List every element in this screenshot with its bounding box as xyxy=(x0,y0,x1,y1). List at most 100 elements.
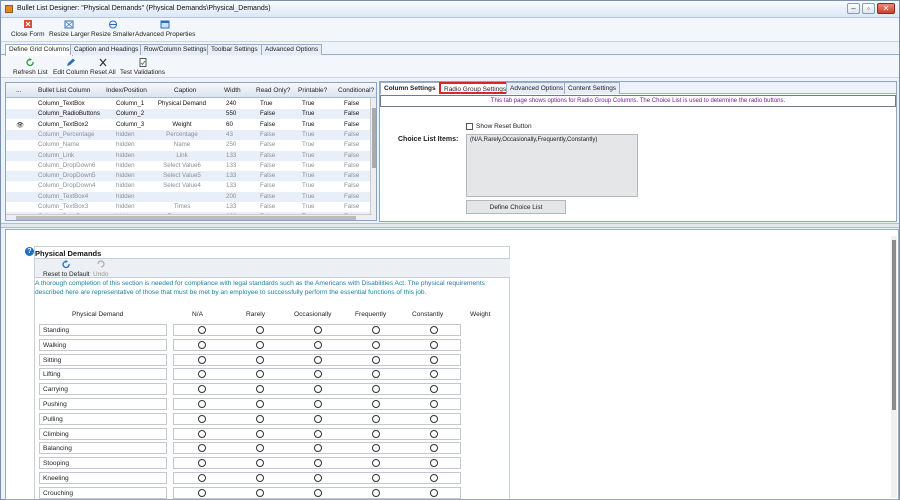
tab-content-settings[interactable]: Content Settings xyxy=(564,82,621,94)
tab-define-grid-columns[interactable]: Define Grid Columns xyxy=(5,44,74,56)
grid-header-width[interactable]: Width xyxy=(224,87,241,94)
minimize-button[interactable]: – xyxy=(847,3,860,14)
weight-field[interactable] xyxy=(465,354,505,366)
tab-toolbar-settings[interactable]: Toolbar Settings xyxy=(207,44,262,55)
edit-column-button[interactable]: Edit Column xyxy=(53,58,88,76)
advanced-properties-button[interactable]: Advanced Properties xyxy=(135,20,195,38)
table-row[interactable]: Column_TextBox3 hidden Times 133 False True Fa… xyxy=(6,202,372,212)
radio-na[interactable] xyxy=(198,355,206,364)
radio-na[interactable] xyxy=(198,474,206,482)
tab-caption-and-headings[interactable]: Caption and Headings xyxy=(70,44,143,55)
table-row[interactable]: Column_DropDown6 hidden Select Value6 133 Fa… xyxy=(6,161,372,171)
radio-frequently[interactable] xyxy=(372,414,380,423)
radio-occasionally[interactable] xyxy=(314,474,322,482)
radio-occasionally[interactable] xyxy=(314,429,322,438)
tab-column-settings[interactable]: Column Settings xyxy=(380,82,440,94)
weight-field[interactable] xyxy=(465,442,505,454)
help-icon[interactable]: ? xyxy=(25,247,34,256)
radio-occasionally[interactable] xyxy=(314,400,322,408)
radio-na[interactable] xyxy=(198,414,206,423)
weight-field[interactable] xyxy=(465,428,505,440)
table-row[interactable]: Column_Percentage hidden Percentage 43 False… xyxy=(6,129,372,140)
weight-field[interactable] xyxy=(465,324,505,336)
resize-larger-button[interactable]: Resize Larger xyxy=(49,20,89,38)
radio-occasionally[interactable] xyxy=(314,340,322,349)
columns-grid[interactable]: ... Bullet List Column Index/Position Ca… xyxy=(5,82,377,221)
table-row[interactable]: Column_DropDown5 hidden Select Value5 133 Fa… xyxy=(6,171,372,182)
radio-constantly[interactable] xyxy=(430,488,438,497)
weight-field[interactable] xyxy=(465,472,505,484)
reset-all-button[interactable]: Reset All xyxy=(90,58,116,76)
radio-rarely[interactable] xyxy=(256,355,264,364)
tab-radio-group-settings[interactable]: Radio Group Settings xyxy=(439,82,512,94)
radio-occasionally[interactable] xyxy=(314,326,322,334)
define-choice-list-button[interactable]: Define Choice List xyxy=(466,200,566,214)
grid-horizontal-scrollbar[interactable] xyxy=(6,214,372,220)
tab-row-column-settings[interactable]: Row/Column Settings xyxy=(140,44,211,55)
close-form-button[interactable]: Close Form xyxy=(11,20,45,38)
choice-list-textarea[interactable]: (N/A,Rarely,Occasionally,Frequently,Cons… xyxy=(466,134,638,197)
undo-button[interactable]: Undo xyxy=(93,260,109,278)
radio-occasionally[interactable] xyxy=(314,355,322,364)
weight-field[interactable] xyxy=(465,368,505,380)
grid-header-column[interactable]: Bullet List Column xyxy=(38,87,90,94)
preview-vertical-scrollbar[interactable] xyxy=(891,236,897,498)
table-row[interactable]: Column_TextBox Column_1 Physical Demand 240… xyxy=(6,99,372,109)
radio-rarely[interactable] xyxy=(256,340,264,349)
radio-frequently[interactable] xyxy=(372,326,380,334)
radio-frequently[interactable] xyxy=(372,429,380,438)
title-bar[interactable]: Bullet List Designer: "Physical Demands"… xyxy=(1,1,899,18)
restore-button[interactable]: ◦ xyxy=(862,3,875,14)
table-row[interactable]: Column_TextBox4 hidden 200 False True False xyxy=(6,191,372,202)
radio-rarely[interactable] xyxy=(256,429,264,438)
grid-header-read-only[interactable]: Read Only? xyxy=(256,87,290,94)
reset-to-default-button[interactable]: Reset to Default xyxy=(43,260,90,278)
radio-rarely[interactable] xyxy=(256,474,264,482)
weight-field[interactable] xyxy=(465,413,505,425)
table-row[interactable]: Column_DropDown4 hidden Select Value4 133 Fa… xyxy=(6,181,372,191)
grid-header-index[interactable]: Index/Position xyxy=(106,87,147,94)
radio-occasionally[interactable] xyxy=(314,488,322,497)
panel-splitter[interactable] xyxy=(1,223,899,228)
radio-rarely[interactable] xyxy=(256,326,264,334)
radio-constantly[interactable] xyxy=(430,326,438,334)
radio-occasionally[interactable] xyxy=(314,414,322,423)
radio-na[interactable] xyxy=(198,340,206,349)
radio-frequently[interactable] xyxy=(372,474,380,482)
radio-constantly[interactable] xyxy=(430,429,438,438)
grid-vertical-scrollbar[interactable] xyxy=(370,98,376,220)
radio-na[interactable] xyxy=(198,400,206,408)
radio-na[interactable] xyxy=(198,429,206,438)
radio-constantly[interactable] xyxy=(430,340,438,349)
radio-na[interactable] xyxy=(198,488,206,497)
grid-header-conditional[interactable]: Conditional? xyxy=(338,87,374,94)
test-validations-button[interactable]: Test Validations xyxy=(120,58,165,76)
table-row[interactable]: Column_Link hidden Link 133 False True False xyxy=(6,150,372,161)
radio-frequently[interactable] xyxy=(372,488,380,497)
radio-frequently[interactable] xyxy=(372,340,380,349)
table-row[interactable]: Column_RadioButtons Column_2 550 False True F… xyxy=(6,109,372,120)
grid-header-caption[interactable]: Caption xyxy=(174,87,196,94)
grid-header-printable[interactable]: Printable? xyxy=(298,87,327,94)
refresh-list-button[interactable]: Refresh List xyxy=(13,58,48,76)
radio-na[interactable] xyxy=(198,326,206,334)
radio-frequently[interactable] xyxy=(372,355,380,364)
radio-rarely[interactable] xyxy=(256,400,264,408)
radio-constantly[interactable] xyxy=(430,474,438,482)
table-row[interactable]: 👁 Column_TextBox2 Column_3 Weight 60 False Tru… xyxy=(6,120,372,130)
table-row[interactable]: Column_Name hidden Name 250 False True False xyxy=(6,140,372,150)
radio-rarely[interactable] xyxy=(256,414,264,423)
show-reset-checkbox[interactable] xyxy=(466,123,473,130)
radio-rarely[interactable] xyxy=(256,488,264,497)
radio-constantly[interactable] xyxy=(430,355,438,364)
radio-constantly[interactable] xyxy=(430,414,438,423)
weight-field[interactable] xyxy=(465,487,505,499)
weight-field[interactable] xyxy=(465,339,505,351)
weight-field[interactable] xyxy=(465,457,505,469)
radio-frequently[interactable] xyxy=(372,400,380,408)
resize-smaller-button[interactable]: Resize Smaller xyxy=(91,20,135,38)
weight-field[interactable] xyxy=(465,398,505,410)
close-window-button[interactable]: ✕ xyxy=(877,3,895,14)
tab-advanced-options[interactable]: Advanced Options xyxy=(261,44,323,55)
weight-field[interactable] xyxy=(465,383,505,395)
